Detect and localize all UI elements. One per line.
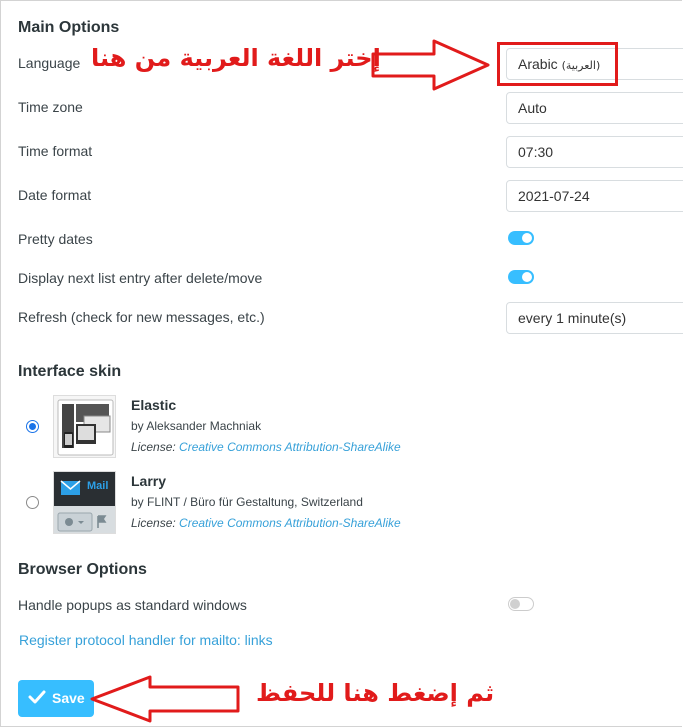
refresh-label: Refresh (check for new messages, etc.) <box>18 309 265 325</box>
elastic-thumbnail <box>53 395 116 458</box>
interface-skin-title: Interface skin <box>18 363 122 380</box>
license-label: License: <box>131 440 176 454</box>
skin-elastic-author: by Aleksander Machniak <box>131 419 262 433</box>
language-highlight-box <box>497 42 618 86</box>
larry-thumb-text: Mail <box>87 480 109 492</box>
larry-thumbnail: Mail <box>53 471 116 534</box>
skin-elastic-license: License: Creative Commons Attribution-Sh… <box>131 440 401 454</box>
main-options-title: Main Options <box>18 19 120 36</box>
pretty-dates-label: Pretty dates <box>18 231 93 247</box>
arrow-left-icon <box>90 675 240 723</box>
skin-larry-radio[interactable] <box>26 496 39 509</box>
next-entry-label: Display next list entry after delete/mov… <box>18 270 263 286</box>
next-entry-toggle[interactable] <box>508 270 534 284</box>
save-label: Save <box>52 690 85 706</box>
license-label: License: <box>131 516 176 530</box>
date-format-label: Date format <box>18 187 92 203</box>
timezone-select[interactable]: Auto <box>506 92 683 124</box>
time-format-label: Time format <box>18 143 93 159</box>
annotation-bottom-text: ثم إضغط هنا للحفظ <box>256 679 495 707</box>
check-icon <box>28 690 46 704</box>
save-button[interactable]: Save <box>18 680 94 717</box>
skin-larry-author: by FLINT / Büro für Gestaltung, Switzerl… <box>131 495 363 509</box>
skin-elastic-radio[interactable] <box>26 420 39 433</box>
skin-larry-license-link[interactable]: Creative Commons Attribution-ShareAlike <box>179 516 401 530</box>
skin-larry-license: License: Creative Commons Attribution-Sh… <box>131 516 401 530</box>
pretty-dates-toggle[interactable] <box>508 231 534 245</box>
annotation-top-text: إختر اللغة العربية من هنا <box>91 44 381 72</box>
skin-elastic-name: Elastic <box>131 397 177 413</box>
popups-label: Handle popups as standard windows <box>18 597 247 613</box>
date-format-select[interactable]: 2021-07-24 <box>506 180 683 212</box>
arrow-right-icon <box>371 39 490 91</box>
time-format-select[interactable]: 07:30 <box>506 136 683 168</box>
timezone-label: Time zone <box>18 99 83 115</box>
browser-options-title: Browser Options <box>18 561 147 578</box>
refresh-select[interactable]: every 1 minute(s) <box>506 302 683 334</box>
skin-larry-name: Larry <box>131 473 167 489</box>
language-label: Language <box>18 55 81 71</box>
popups-toggle[interactable] <box>508 597 534 611</box>
skin-elastic-license-link[interactable]: Creative Commons Attribution-ShareAlike <box>179 440 401 454</box>
register-protocol-link[interactable]: Register protocol handler for mailto: li… <box>19 632 273 648</box>
